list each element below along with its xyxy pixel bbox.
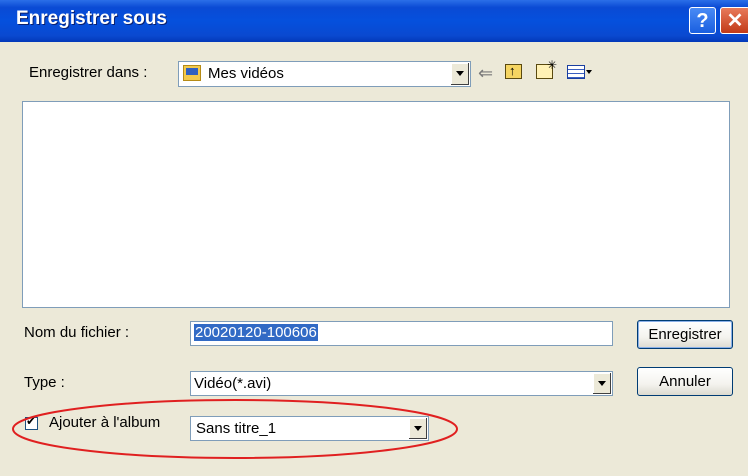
album-dropdown[interactable]: Sans titre_1 [190, 416, 429, 441]
window-title: Enregistrer sous [16, 8, 167, 29]
type-label: Type : [24, 374, 65, 391]
views-menu-icon[interactable] [567, 65, 585, 79]
add-to-album-checkbox[interactable] [25, 414, 38, 430]
back-icon[interactable]: ⇐ [478, 63, 493, 83]
filename-value: 20020120-100606 [194, 324, 318, 341]
close-button[interactable]: ✕ [720, 7, 748, 34]
cancel-button[interactable]: Annuler [637, 367, 733, 396]
file-list[interactable] [22, 101, 730, 308]
save-in-label: Enregistrer dans : [29, 64, 148, 81]
up-folder-icon[interactable] [505, 61, 522, 81]
filename-field[interactable]: 20020120-100606 [190, 321, 613, 346]
dropdown-arrow-icon[interactable] [450, 63, 469, 85]
views-dropdown-arrow-icon[interactable] [586, 70, 592, 74]
dropdown-arrow-icon[interactable] [408, 418, 427, 439]
add-to-album-label[interactable]: Ajouter à l'album [49, 414, 160, 431]
title-bar[interactable]: Enregistrer sous ? ✕ [0, 0, 748, 42]
dropdown-arrow-icon[interactable] [592, 373, 611, 394]
save-in-dropdown[interactable]: Mes vidéos [178, 61, 471, 87]
type-value: Vidéo(*.avi) [194, 375, 272, 392]
type-dropdown[interactable]: Vidéo(*.avi) [190, 371, 613, 396]
video-folder-icon [183, 65, 201, 81]
help-button[interactable]: ? [689, 7, 716, 34]
filename-label: Nom du fichier : [24, 324, 130, 341]
save-button[interactable]: Enregistrer [637, 320, 733, 349]
new-folder-icon[interactable] [536, 55, 557, 79]
save-in-value: Mes vidéos [208, 65, 284, 82]
save-as-dialog: Enregistrer sous ? ✕ Enregistrer dans : … [0, 0, 748, 476]
album-value: Sans titre_1 [196, 420, 277, 437]
